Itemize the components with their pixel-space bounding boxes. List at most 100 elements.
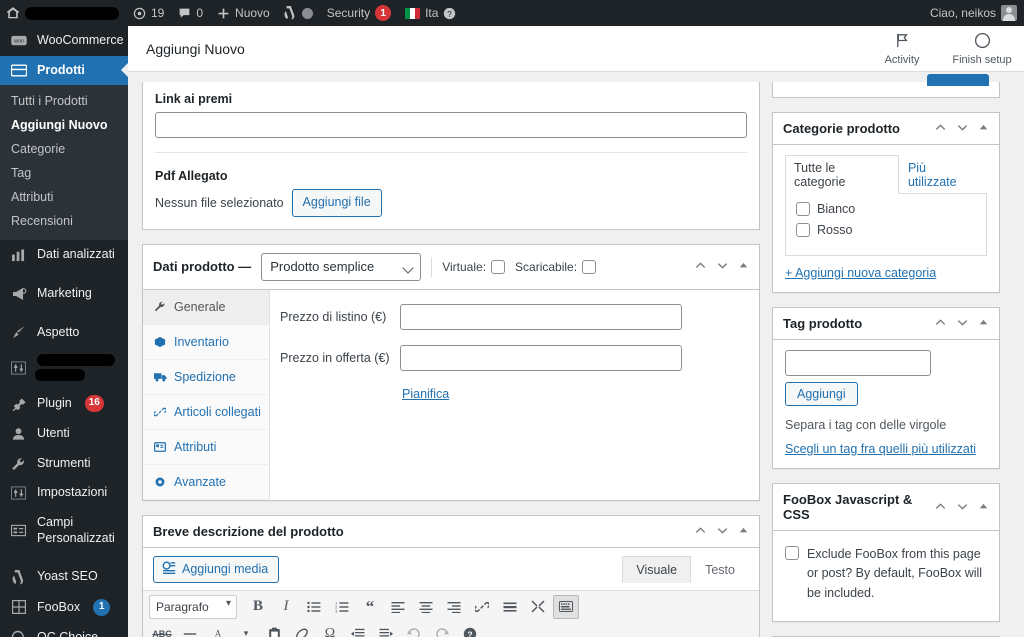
- undo-icon[interactable]: [401, 622, 427, 637]
- sale-price-input[interactable]: [400, 344, 682, 371]
- keyboard-help-icon[interactable]: ?: [457, 622, 483, 637]
- panel-toggle-icon[interactable]: [738, 260, 749, 273]
- sidebar-item-prodotti[interactable]: Prodotti: [0, 55, 128, 86]
- sidebar-item-qc-choice[interactable]: QC Choice: [0, 623, 128, 637]
- increase-indent-icon[interactable]: [373, 622, 399, 637]
- tab-articoli-collegati[interactable]: Articoli collegati: [143, 395, 269, 430]
- link-ai-premi-input[interactable]: [155, 112, 747, 138]
- chevron-down-icon[interactable]: [956, 121, 969, 136]
- paragraph-style-select[interactable]: Paragrafo: [149, 594, 237, 619]
- text-color-dropdown-icon[interactable]: ▾: [233, 622, 259, 637]
- sidebar-subitem-aggiungi-nuovo[interactable]: Aggiungi Nuovo: [0, 113, 128, 137]
- blockquote-icon[interactable]: “: [357, 595, 383, 619]
- text-color-icon[interactable]: A: [205, 622, 231, 637]
- product-type-select[interactable]: Prodotto semplice: [261, 252, 422, 281]
- add-media-button[interactable]: Aggiungi media: [153, 555, 280, 583]
- insert-link-icon[interactable]: [469, 595, 495, 619]
- chevron-up-icon[interactable]: [694, 524, 707, 539]
- horizontal-rule-icon[interactable]: [177, 622, 203, 637]
- sidebar-item-aspetto[interactable]: Aspetto: [0, 318, 128, 348]
- chevron-up-icon[interactable]: [934, 316, 947, 331]
- sidebar-subitem-categorie[interactable]: Categorie: [0, 137, 128, 161]
- chevron-up-icon[interactable]: [934, 121, 947, 136]
- tag-input[interactable]: [785, 350, 931, 376]
- admin-bar-site-home[interactable]: [0, 0, 126, 26]
- sidebar-item-yoast-seo[interactable]: Yoast SEO: [0, 562, 128, 592]
- clear-formatting-icon[interactable]: [289, 622, 315, 637]
- read-more-icon[interactable]: [497, 595, 523, 619]
- panel-toggle-icon[interactable]: [978, 317, 989, 330]
- chevron-down-icon[interactable]: [956, 500, 969, 515]
- add-tag-button[interactable]: Aggiungi: [785, 382, 858, 406]
- align-center-icon[interactable]: [413, 595, 439, 619]
- sidebar-item-impostazioni[interactable]: Impostazioni: [0, 478, 128, 508]
- chevron-down-icon[interactable]: [716, 259, 729, 274]
- tab-inventario[interactable]: Inventario: [143, 325, 269, 360]
- tab-avanzate[interactable]: Avanzate: [143, 465, 269, 500]
- virtual-checkbox[interactable]: [491, 259, 506, 274]
- admin-bar-updates[interactable]: 19: [126, 0, 171, 26]
- chevron-up-icon[interactable]: [934, 500, 947, 515]
- foobox-exclude-checkbox[interactable]: [785, 546, 799, 560]
- sidebar-subitem-tag[interactable]: Tag: [0, 161, 128, 185]
- category-checkbox[interactable]: [796, 223, 810, 237]
- sidebar-item-foobox[interactable]: FooBox 1: [0, 592, 128, 623]
- decrease-indent-icon[interactable]: [345, 622, 371, 637]
- bold-icon[interactable]: B: [245, 595, 271, 619]
- admin-bar-comments[interactable]: 0: [171, 0, 210, 26]
- panel-toggle-icon[interactable]: [978, 122, 989, 135]
- admin-bar-security[interactable]: Security 1: [320, 0, 398, 26]
- tab-testo[interactable]: Testo: [691, 556, 749, 583]
- regular-price-input[interactable]: [400, 303, 682, 330]
- activity-button[interactable]: Activity: [870, 32, 934, 66]
- add-file-button[interactable]: Aggiungi file: [291, 189, 382, 217]
- panel-toggle-icon[interactable]: [738, 525, 749, 538]
- fullscreen-icon[interactable]: [525, 595, 551, 619]
- publish-button-partial[interactable]: [927, 74, 989, 86]
- add-new-category-link[interactable]: + Aggiungi nuova categoria: [785, 266, 936, 280]
- special-character-icon[interactable]: Ω: [317, 622, 343, 637]
- sidebar-item-plugin[interactable]: Plugin 16: [0, 388, 128, 419]
- choose-popular-tag-link[interactable]: Scegli un tag fra quelli più utilizzati: [785, 442, 976, 456]
- admin-bar-new-content[interactable]: Nuovo: [210, 0, 277, 26]
- tab-tutte-le-categorie[interactable]: Tutte le categorie: [785, 155, 899, 194]
- sidebar-subitem-recensioni[interactable]: Recensioni: [0, 209, 128, 233]
- chevron-up-icon[interactable]: [694, 259, 707, 274]
- admin-bar-language[interactable]: Ita ?: [398, 0, 463, 26]
- tab-piu-utilizzate[interactable]: Più utilizzate: [899, 155, 987, 194]
- tab-generale[interactable]: Generale: [143, 289, 269, 325]
- bulleted-list-icon[interactable]: [301, 595, 327, 619]
- toolbar-toggle-icon[interactable]: [553, 594, 579, 619]
- paste-as-text-icon[interactable]: [261, 622, 287, 637]
- chevron-down-icon[interactable]: [716, 524, 729, 539]
- sidebar-item-woocommerce[interactable]: woo WooCommerce: [0, 26, 128, 56]
- align-right-icon[interactable]: [441, 595, 467, 619]
- foobox-exclude-row[interactable]: Exclude FooBox from this page or post? B…: [785, 545, 987, 603]
- category-item-rosso[interactable]: Rosso: [796, 223, 976, 237]
- numbered-list-icon[interactable]: 123: [329, 595, 355, 619]
- align-left-icon[interactable]: [385, 595, 411, 619]
- chevron-down-icon[interactable]: [956, 316, 969, 331]
- sidebar-item-redacted[interactable]: [0, 347, 128, 388]
- italic-icon[interactable]: I: [273, 595, 299, 619]
- redo-icon[interactable]: [429, 622, 455, 637]
- finish-setup-button[interactable]: Finish setup: [950, 32, 1014, 66]
- strikethrough-icon[interactable]: ABC: [149, 622, 175, 637]
- help-icon[interactable]: ?: [443, 7, 456, 20]
- tab-spedizione[interactable]: Spedizione: [143, 360, 269, 395]
- sidebar-item-utenti[interactable]: Utenti: [0, 419, 128, 449]
- admin-bar-yoast[interactable]: [277, 0, 320, 26]
- sidebar-item-marketing[interactable]: Marketing: [0, 279, 128, 309]
- admin-bar-my-account[interactable]: Ciao, neikos: [923, 0, 1024, 26]
- tab-visuale[interactable]: Visuale: [622, 555, 692, 583]
- panel-toggle-icon[interactable]: [978, 501, 989, 514]
- sidebar-item-campi-personalizzati[interactable]: Campi Personalizzati: [0, 508, 128, 553]
- downloadable-checkbox[interactable]: [582, 259, 597, 274]
- schedule-sale-link[interactable]: Pianifica: [402, 387, 449, 401]
- sidebar-subitem-tutti-i-prodotti[interactable]: Tutti i Prodotti: [0, 89, 128, 113]
- category-item-bianco[interactable]: Bianco: [796, 202, 976, 216]
- sidebar-item-dati-analizzati[interactable]: Dati analizzati: [0, 240, 128, 270]
- downloadable-checkbox-group[interactable]: Scaricabile:: [515, 259, 597, 274]
- sidebar-item-strumenti[interactable]: Strumenti: [0, 449, 128, 479]
- category-checkbox[interactable]: [796, 202, 810, 216]
